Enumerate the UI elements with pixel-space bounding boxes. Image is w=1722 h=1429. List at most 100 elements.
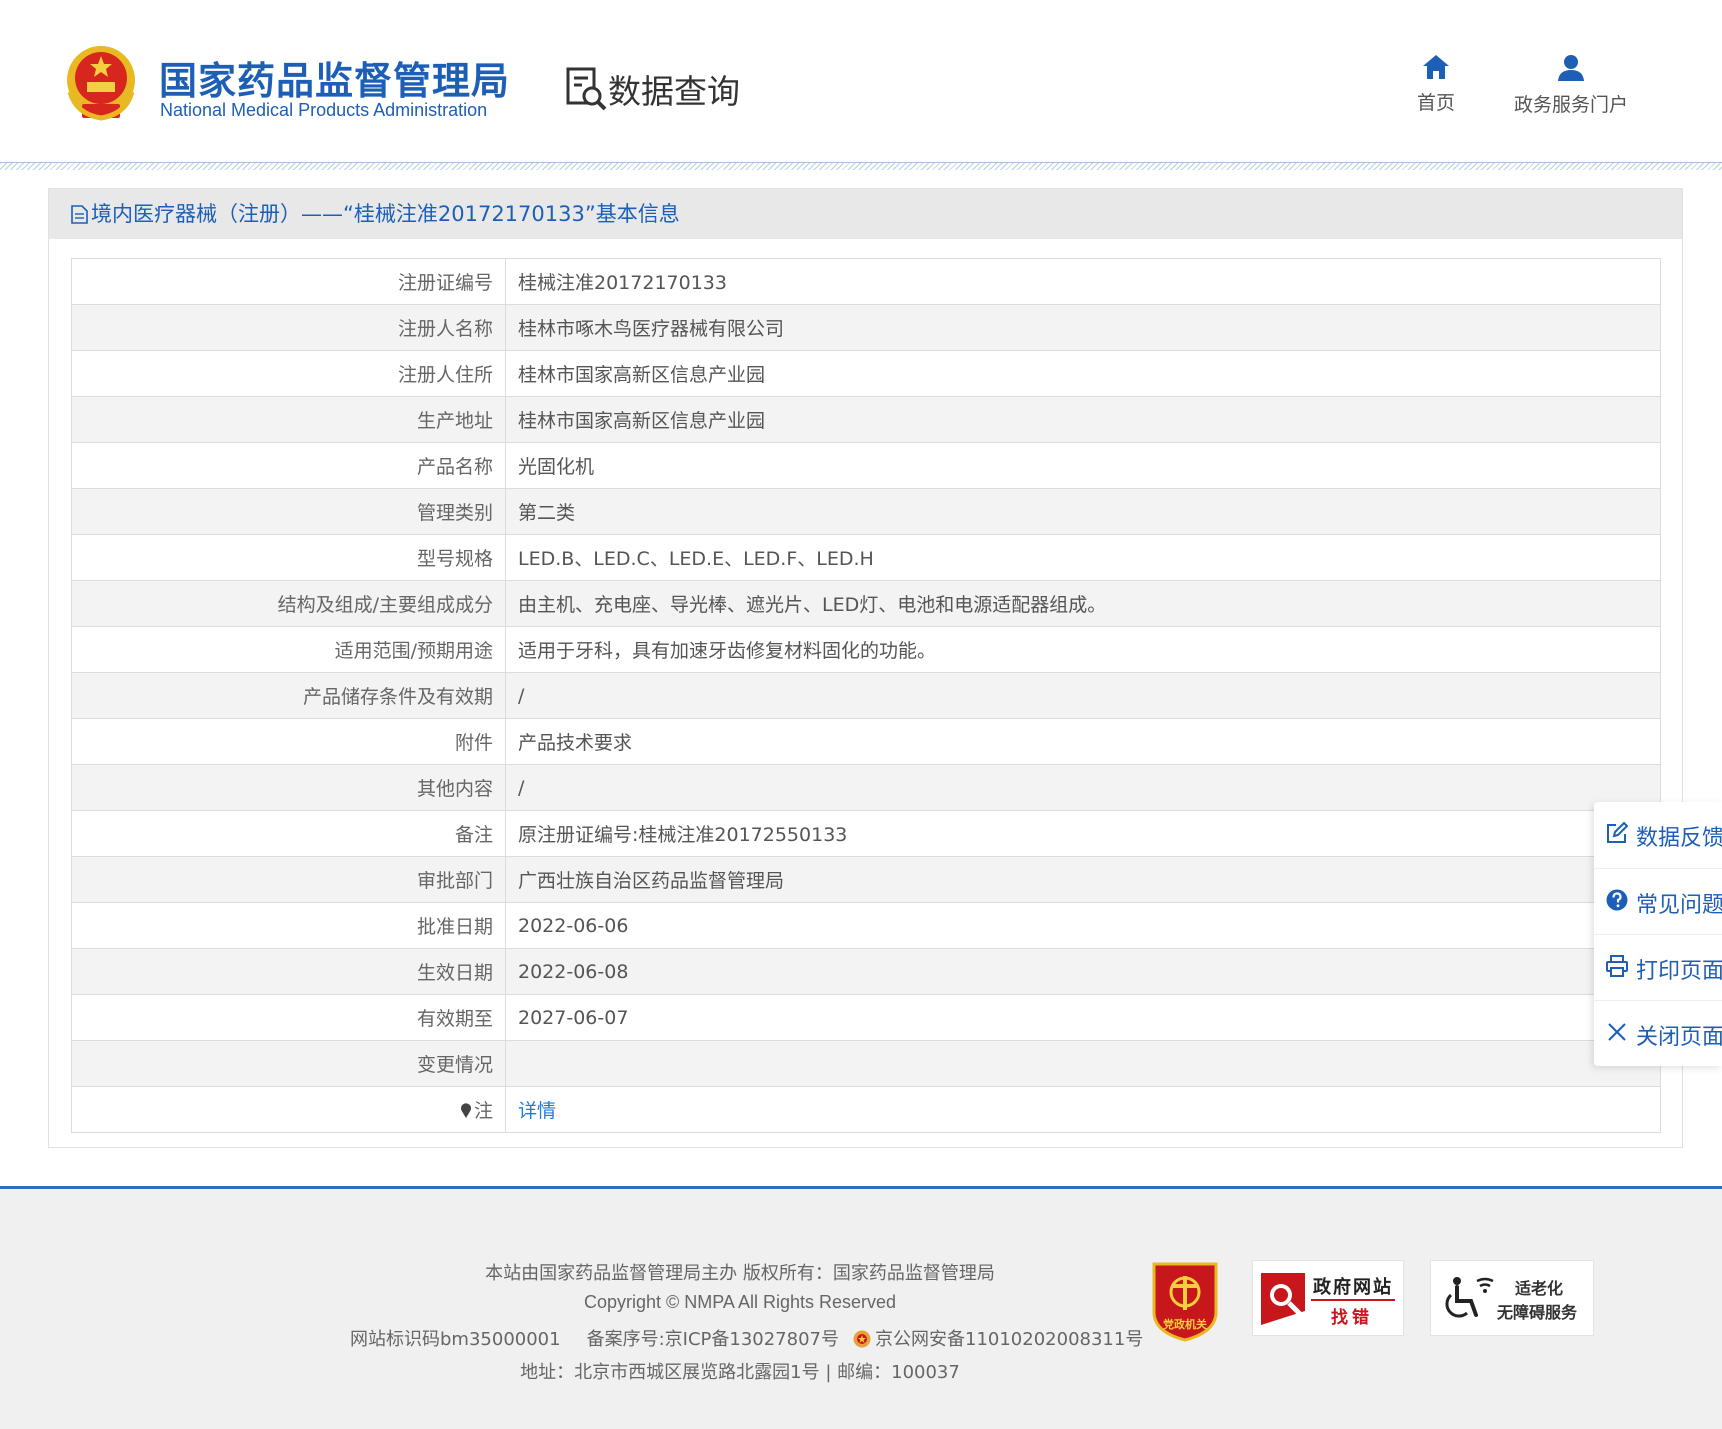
logo-title: 国家药品监督管理局 <box>159 59 511 103</box>
table-row: 适用范围/预期用途 适用于牙科，具有加速牙齿修复材料固化的功能。 <box>71 626 1661 673</box>
row-label: 适用范围/预期用途 <box>71 626 506 673</box>
info-panel: 境内医疗器械（注册）——“桂械注准20172170133”基本信息 注册证编号桂… <box>48 188 1683 1148</box>
row-label: 备注 <box>71 810 506 857</box>
row-value: 2022-06-08 <box>505 948 1661 995</box>
table-row: 注册人名称 桂林市啄木鸟医疗器械有限公司 <box>71 304 1661 351</box>
panel-title: 境内医疗器械（注册）——“桂械注准20172170133”基本信息 <box>49 189 1682 239</box>
note-label: 注 <box>473 1100 493 1122</box>
police-badge-icon <box>853 1330 871 1348</box>
row-value: 原注册证编号:桂械注准20172550133 <box>505 810 1661 857</box>
gov-badge-subtitle: 找错 <box>1331 1308 1373 1328</box>
table-row: 生产地址 桂林市国家高新区信息产业园 <box>71 396 1661 443</box>
panel-title-text: 境内医疗器械（注册）——“桂械注准20172170133”基本信息 <box>91 202 680 226</box>
national-emblem-icon <box>67 46 135 121</box>
faq-button[interactable]: 常见问题 <box>1594 868 1722 934</box>
party-badge-label: 党政机关 <box>1163 1317 1207 1331</box>
row-label: 生效日期 <box>71 948 506 995</box>
table-row-note: 注 详情 <box>71 1086 1661 1133</box>
question-icon <box>1606 889 1628 911</box>
table-row: 生效日期 2022-06-08 <box>71 948 1661 995</box>
edit-icon <box>1607 822 1628 843</box>
row-value: 广西壮族自治区药品监督管理局 <box>505 856 1661 903</box>
accessibility-badge-subtitle: 无障碍服务 <box>1497 1303 1578 1322</box>
nav-portal-link[interactable]: 政务服务门户 <box>1506 54 1636 117</box>
table-row: 结构及组成/主要组成成分 由主机、充电座、导光棒、遮光片、LED灯、电池和电源适配… <box>71 580 1661 627</box>
row-label: 注册人住所 <box>71 350 506 397</box>
row-label: 有效期至 <box>71 994 506 1041</box>
nav-home-link[interactable]: 首页 <box>1408 54 1464 115</box>
row-value: / <box>505 672 1661 719</box>
header-divider <box>0 162 1722 170</box>
row-value: 2022-06-06 <box>505 902 1661 949</box>
magnifier-icon <box>1261 1273 1305 1325</box>
table-row: 产品名称 光固化机 <box>71 442 1661 489</box>
row-value: 桂林市啄木鸟医疗器械有限公司 <box>505 304 1661 351</box>
table-row: 变更情况 <box>71 1040 1661 1087</box>
floating-toolbar: 数据反馈 常见问题 打印页面 关闭页面 <box>1594 802 1722 1066</box>
row-value: LED.B、LED.C、LED.E、LED.F、LED.H <box>505 534 1661 581</box>
print-page-label: 打印页面 <box>1636 959 1722 984</box>
accessibility-service-badge[interactable]: 适老化 无障碍服务 <box>1430 1260 1594 1336</box>
table-row: 产品储存条件及有效期 / <box>71 672 1661 719</box>
row-label: 注册证编号 <box>71 258 506 305</box>
printer-icon <box>1606 955 1628 977</box>
table-row: 有效期至 2027-06-07 <box>71 994 1661 1041</box>
data-feedback-button[interactable]: 数据反馈 <box>1594 802 1722 868</box>
nav-home-label: 首页 <box>1416 92 1455 114</box>
faq-label: 常见问题 <box>1636 893 1722 918</box>
table-row: 备注 原注册证编号:桂械注准20172550133 <box>71 810 1661 857</box>
data-feedback-label: 数据反馈 <box>1636 826 1722 851</box>
close-page-button[interactable]: 关闭页面 <box>1594 1000 1722 1066</box>
table-row: 批准日期 2022-06-06 <box>71 902 1661 949</box>
row-value <box>505 1040 1661 1087</box>
gov-badge-title: 政府网站 <box>1313 1277 1393 1298</box>
police-record-link[interactable]: 京公网安备11010202008311号 <box>875 1329 1143 1350</box>
table-row: 型号规格 LED.B、LED.C、LED.E、LED.F、LED.H <box>71 534 1661 581</box>
row-value: 桂械注准20172170133 <box>505 258 1661 305</box>
table-row: 附件 产品技术要求 <box>71 718 1661 765</box>
row-value: 第二类 <box>505 488 1661 535</box>
row-label: 其他内容 <box>71 764 506 811</box>
row-value: 产品技术要求 <box>505 718 1661 765</box>
home-icon <box>1423 55 1449 79</box>
accessibility-icon <box>1445 1277 1494 1318</box>
row-label: 结构及组成/主要组成成分 <box>71 580 506 627</box>
row-value: / <box>505 764 1661 811</box>
row-label: 审批部门 <box>71 856 506 903</box>
site-id: 网站标识码bm35000001 <box>350 1329 561 1350</box>
row-value: 桂林市国家高新区信息产业园 <box>505 396 1661 443</box>
site-header: 国家药品监督管理局 National Medical Products Admi… <box>0 0 1722 162</box>
logo-subtitle: National Medical Products Administration <box>160 100 488 120</box>
row-value: 2027-06-07 <box>505 994 1661 1041</box>
icp-link[interactable]: 备案序号:京ICP备13027807号 <box>587 1329 839 1350</box>
details-link[interactable]: 详情 <box>518 1100 556 1122</box>
nav-portal-label: 政务服务门户 <box>1513 94 1628 116</box>
gov-badge-rule <box>1311 1299 1395 1301</box>
party-government-badge[interactable]: 党政机关 <box>1148 1256 1222 1342</box>
row-label: 附件 <box>71 718 506 765</box>
row-label: 产品储存条件及有效期 <box>71 672 506 719</box>
row-value: 适用于牙科，具有加速牙齿修复材料固化的功能。 <box>505 626 1661 673</box>
table-row: 注册证编号 桂械注准20172170133 <box>71 258 1661 305</box>
footer-sponsor: 本站由国家药品监督管理局主办 版权所有：国家药品监督管理局 <box>485 1263 995 1284</box>
table-row: 注册人住所 桂林市国家高新区信息产业园 <box>71 350 1661 397</box>
row-label: 管理类别 <box>71 488 506 535</box>
footer-copyright: Copyright © NMPA All Rights Reserved <box>583 1292 897 1312</box>
row-label: 产品名称 <box>71 442 506 489</box>
row-label: 注册人名称 <box>71 304 506 351</box>
document-icon <box>71 205 88 224</box>
footer-address: 地址：北京市西城区展览路北露园1号 | 邮编：100037 <box>520 1362 960 1383</box>
registration-info-table: 注册证编号 桂械注准20172170133 注册人名称 桂林市啄木鸟医疗器械有限公司… <box>71 258 1661 1133</box>
data-search-icon <box>566 67 607 111</box>
table-row: 其他内容 / <box>71 764 1661 811</box>
note-label-cell: 注 <box>71 1086 506 1133</box>
user-icon <box>1558 55 1584 81</box>
table-row: 管理类别 第二类 <box>71 488 1661 535</box>
table-row: 审批部门 广西壮族自治区药品监督管理局 <box>71 856 1661 903</box>
row-label: 变更情况 <box>71 1040 506 1087</box>
print-page-button[interactable]: 打印页面 <box>1594 934 1722 1000</box>
close-icon <box>1608 1023 1626 1041</box>
gov-site-error-report-badge[interactable]: 政府网站 找错 <box>1252 1260 1404 1336</box>
row-label: 生产地址 <box>71 396 506 443</box>
row-value: 桂林市国家高新区信息产业园 <box>505 350 1661 397</box>
